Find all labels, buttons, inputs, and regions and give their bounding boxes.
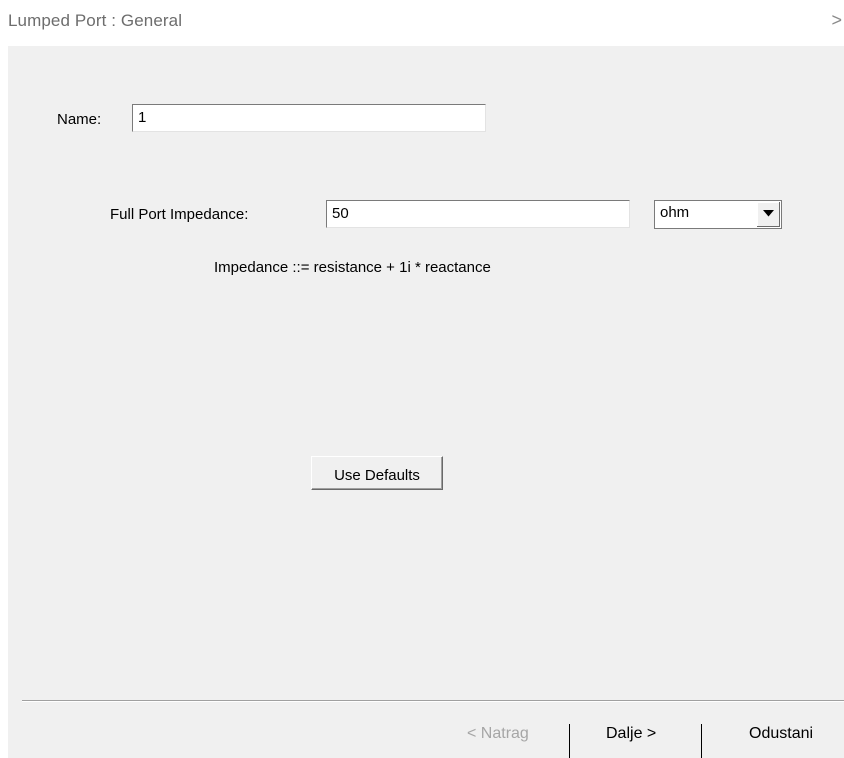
chevron-right-icon[interactable]: >: [831, 10, 842, 31]
use-defaults-button[interactable]: Use Defaults: [311, 456, 443, 490]
name-label: Name:: [57, 111, 102, 128]
use-defaults-label: Use Defaults: [334, 467, 420, 484]
name-input[interactable]: 1: [132, 104, 486, 132]
unit-select[interactable]: ohm: [654, 200, 782, 229]
unit-select-value: ohm: [660, 204, 690, 221]
impedance-input[interactable]: 50: [326, 200, 630, 228]
back-button[interactable]: < Natrag: [467, 725, 529, 743]
footer-divider-highlight: [22, 701, 844, 702]
next-button[interactable]: Dalje >: [606, 725, 656, 743]
nav-divider: [701, 724, 702, 758]
page-title: Lumped Port : General: [8, 11, 183, 30]
cancel-button[interactable]: Odustani: [749, 725, 813, 743]
settings-panel: [8, 46, 844, 758]
chevron-down-icon[interactable]: [756, 202, 780, 227]
nav-divider: [569, 724, 570, 758]
impedance-hint: Impedance ::= resistance + 1i * reactanc…: [214, 259, 491, 276]
header: Lumped Port : General >: [0, 0, 844, 46]
impedance-label: Full Port Impedance:: [110, 206, 249, 223]
dropdown-arrow-shape: [763, 210, 774, 217]
wizard-page: Lumped Port : General > Name: 1 Full Por…: [0, 0, 844, 758]
